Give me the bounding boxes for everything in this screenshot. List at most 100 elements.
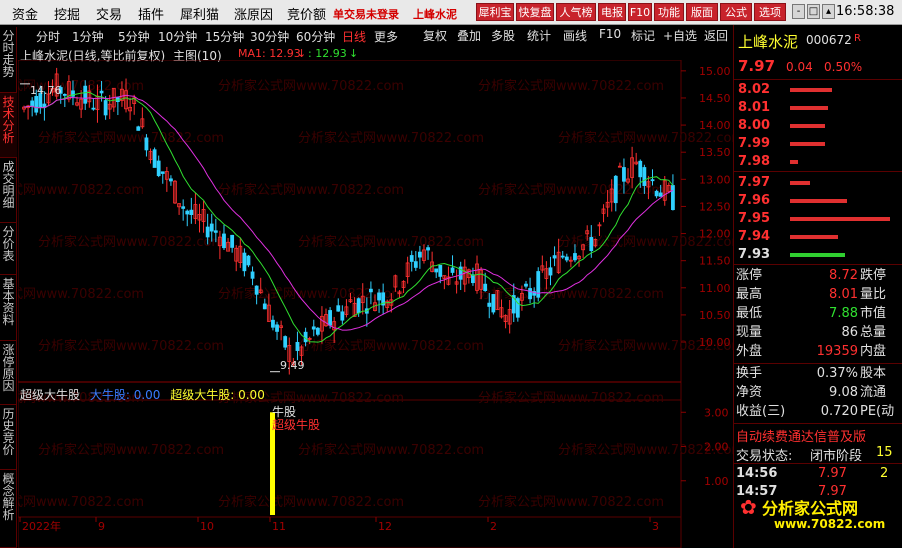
candle-body <box>271 319 275 328</box>
multi-stock-button[interactable]: 多股 <box>491 27 515 44</box>
overlay-button[interactable]: 叠加 <box>457 27 481 44</box>
tab-limit-reason[interactable]: 涨停原因 <box>0 341 17 405</box>
tf-1min[interactable]: 1分钟 <box>72 28 104 45</box>
minimize-icon[interactable]: - <box>792 4 805 19</box>
menu-dig[interactable]: 挖掘 <box>54 4 80 23</box>
tab-technical[interactable]: 技术分析 <box>0 93 17 158</box>
candle-body <box>377 292 381 301</box>
y-tick-label: 10.00 <box>699 336 731 349</box>
candle-body <box>409 255 414 262</box>
stat-value: 0.720 <box>820 404 858 419</box>
tf-intraday[interactable]: 分时 <box>36 28 60 45</box>
tab-history-auction[interactable]: 历史竞价 <box>0 405 17 470</box>
layout-button[interactable]: 版面 <box>686 3 718 21</box>
ask-row[interactable]: 8.00 <box>734 117 902 135</box>
order-price: 8.01 <box>738 100 771 115</box>
tf-more[interactable]: 更多 <box>374 28 398 45</box>
f10-top-button[interactable]: F10 <box>628 3 652 21</box>
watermark-text: 分析家公式网www.70822.com <box>478 286 664 302</box>
signal-label-2: 超级牛股 <box>272 418 321 432</box>
bid-row[interactable]: 7.93 <box>734 246 902 264</box>
candle-body <box>491 294 496 313</box>
candle-body <box>671 185 675 211</box>
candle-body <box>262 303 267 310</box>
add-watchlist-button[interactable]: +自选 <box>663 27 697 44</box>
tf-5min[interactable]: 5分钟 <box>118 28 150 45</box>
candle-body <box>311 326 316 330</box>
candle-body <box>650 179 655 182</box>
stat-label-2: 市值 <box>860 306 887 321</box>
quote-badge: R <box>854 33 861 44</box>
tf-15min[interactable]: 15分钟 <box>205 28 244 45</box>
draw-line-button[interactable]: 画线 <box>563 27 587 44</box>
candle-body <box>417 251 422 258</box>
menu-auction[interactable]: 竞价额 <box>287 4 326 23</box>
bid-row[interactable]: 7.95 <box>734 210 902 228</box>
candle-body <box>548 267 553 276</box>
mark-button[interactable]: 标记 <box>631 27 655 44</box>
back-button[interactable]: 返回 <box>704 27 728 44</box>
candle-body <box>426 247 430 251</box>
xilibao-button[interactable]: 犀利宝 <box>476 3 514 21</box>
menu-xilimao[interactable]: 犀利猫 <box>180 4 219 23</box>
stat-label-2: 内盘 <box>860 344 887 359</box>
adjust-button[interactable]: 复权 <box>423 27 447 44</box>
popularity-button[interactable]: 人气榜 <box>556 3 596 21</box>
stat-row: 最低 7.88 市值 <box>734 305 902 323</box>
watermark-text: 分析家公式网www.70822.com <box>298 338 484 354</box>
tab-price-table[interactable]: 分价表 <box>0 223 17 275</box>
y-tick-label: 13.00 <box>699 173 731 186</box>
quote-price: 7.97 <box>738 57 776 75</box>
bid-row[interactable]: 7.94 <box>734 228 902 246</box>
ask-row[interactable]: 7.98 <box>734 153 902 171</box>
ask-row[interactable]: 8.02 <box>734 81 902 99</box>
candle-body <box>622 167 626 182</box>
tick-time: 14:56 <box>736 466 778 481</box>
menu-funds[interactable]: 资金 <box>12 4 38 23</box>
watermark-text: 分析家公式网www.70822.com <box>38 234 224 250</box>
tf-10min[interactable]: 10分钟 <box>158 28 197 45</box>
tf-30min[interactable]: 30分钟 <box>250 28 289 45</box>
kline-chart[interactable]: 分析家公式网www.70822.com 分析家公式网www.70822.com 分析… <box>18 60 733 548</box>
stats-button[interactable]: 统计 <box>527 27 551 44</box>
bid-row[interactable]: 7.96 <box>734 192 902 210</box>
telegram-button[interactable]: 电报 <box>598 3 626 21</box>
f10-button[interactable]: F10 <box>599 27 621 41</box>
bid-row[interactable]: 7.97 <box>734 174 902 192</box>
tf-60min[interactable]: 60分钟 <box>296 28 335 45</box>
indicator-name[interactable]: 超级大牛股 <box>20 388 80 402</box>
ind-y-tick-label: 2.00 <box>704 441 729 454</box>
panel-divider <box>734 79 902 80</box>
tf-daily[interactable]: 日线 <box>342 28 366 45</box>
order-volume-bar <box>790 106 828 110</box>
menu-plugin[interactable]: 插件 <box>138 4 164 23</box>
menu-trade[interactable]: 交易 <box>96 4 122 23</box>
candle-body <box>528 288 532 300</box>
formula-button[interactable]: 公式 <box>720 3 752 21</box>
tab-basic-info[interactable]: 基本资料 <box>0 275 17 341</box>
tab-concept[interactable]: 概念解析 <box>0 470 17 548</box>
trade-login-notice[interactable]: 单交易未登录 <box>333 6 399 22</box>
x-axis: 2022年 9 10 11 12 2 3 <box>19 517 659 533</box>
pin-top-icon[interactable]: ▴ <box>822 4 835 19</box>
menu-limit-reason[interactable]: 涨原因 <box>234 4 273 23</box>
scroll-notice[interactable]: 自动续费通达信普及版 <box>736 426 866 445</box>
ask-row[interactable]: 7.99 <box>734 135 902 153</box>
tab-trade-details[interactable]: 成交明细 <box>0 158 17 223</box>
options-button[interactable]: 选项 <box>754 3 786 21</box>
order-volume-bar <box>790 199 847 203</box>
quote-change-pct: 0.50% <box>824 60 863 74</box>
function-button[interactable]: 功能 <box>654 3 684 21</box>
order-price: 7.99 <box>738 136 771 151</box>
panel-divider <box>734 463 902 464</box>
quick-review-button[interactable]: 快复盘 <box>516 3 554 21</box>
ask-row[interactable]: 8.01 <box>734 99 902 117</box>
candle-body <box>205 226 210 238</box>
indicator-header: 超级大牛股 大牛股: 0.00 超级大牛股: 0.00 <box>20 386 271 403</box>
x-tick-label: 2 <box>490 520 497 533</box>
order-volume-bar <box>790 181 810 185</box>
tab-intraday[interactable]: 分时走势 <box>0 27 17 93</box>
panel-divider <box>734 363 902 364</box>
x-tick-label: 10 <box>200 520 214 533</box>
maximize-icon[interactable]: □ <box>807 4 820 19</box>
